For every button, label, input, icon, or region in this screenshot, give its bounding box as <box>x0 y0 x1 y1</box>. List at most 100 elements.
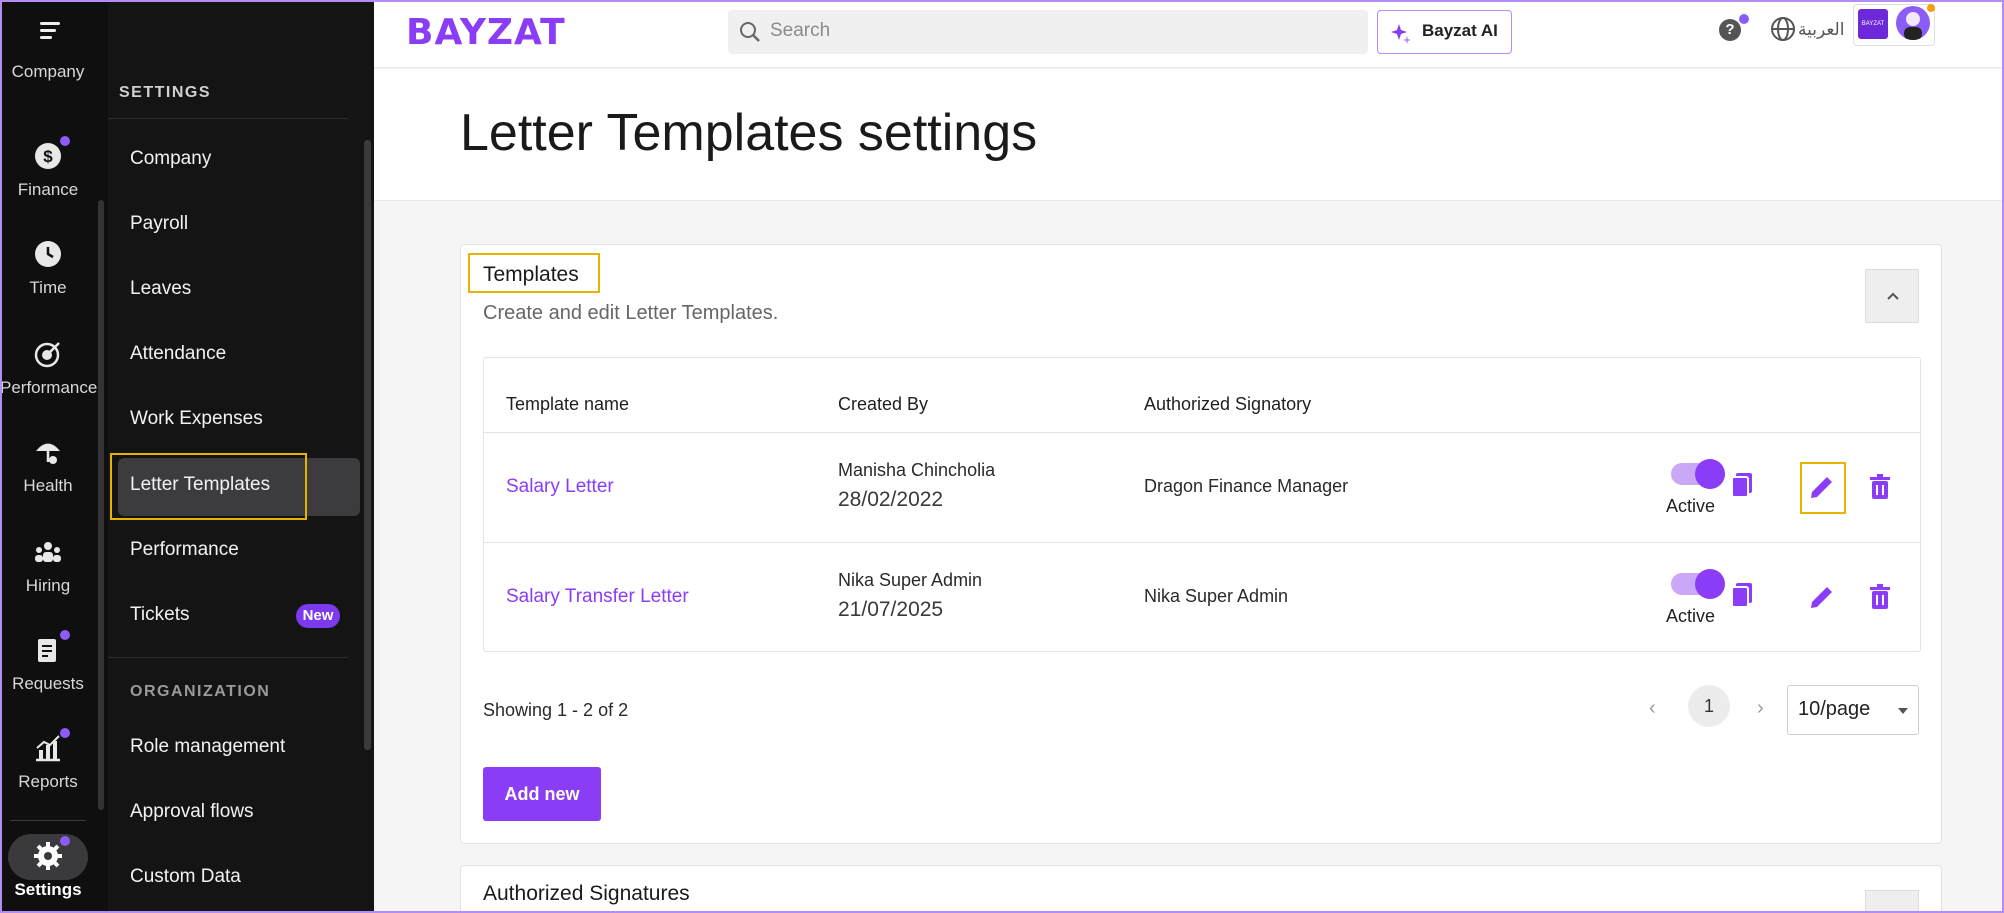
avatar[interactable] <box>1896 6 1930 40</box>
page-number-button[interactable]: 1 <box>1688 685 1730 727</box>
rail-item-label: Reports <box>18 772 78 791</box>
svg-text:$: $ <box>43 147 53 166</box>
top-bar: BAYZAT Search Bayzat AI ? العربية BAYZAT <box>374 0 2004 68</box>
row-divider <box>484 542 1920 543</box>
search-input[interactable]: Search <box>728 10 1368 54</box>
chevron-left-icon[interactable]: ‹ <box>1649 697 1656 720</box>
active-toggle[interactable] <box>1671 569 1725 599</box>
bayzat-ai-label: Bayzat AI <box>1422 21 1498 40</box>
target-icon <box>32 338 64 370</box>
rail-divider <box>10 820 86 821</box>
authorized-signatory: Nika Super Admin <box>1144 586 1289 606</box>
page-header: Letter Templates settings <box>374 69 2004 201</box>
templates-subtitle: Create and edit Letter Templates. <box>483 302 779 324</box>
status-label: Active <box>1666 606 1716 626</box>
template-name-link[interactable]: Salary Transfer Letter <box>506 586 689 608</box>
rail-item-label: Performance <box>0 378 98 397</box>
brand-logo[interactable]: BAYZAT <box>406 12 566 53</box>
search-placeholder: Search <box>770 20 831 41</box>
page-size-value: 10/page <box>1798 698 1871 720</box>
delete-icon[interactable] <box>1865 582 1895 612</box>
authorized-signatures-card: Authorized Signatures <box>460 865 1942 913</box>
rail-item-label: Company <box>11 62 85 81</box>
add-new-button[interactable]: Add new <box>483 767 601 821</box>
rail-item-requests[interactable]: Requests <box>0 630 96 694</box>
icon-rail: Company $ Finance Time Performance Healt… <box>0 0 108 913</box>
rail-scrollbar[interactable] <box>98 200 104 810</box>
language-switch[interactable]: العربية <box>1798 20 1844 40</box>
sidebar-item-role-management[interactable]: Role management <box>130 736 285 758</box>
caret-down-icon <box>1898 708 1908 714</box>
rail-item-hiring[interactable]: Hiring <box>0 536 96 596</box>
sidebar-item-custom-data[interactable]: Custom Data <box>130 866 241 888</box>
chart-icon <box>32 728 70 764</box>
sidebar-item-approval-flows[interactable]: Approval flows <box>130 801 254 823</box>
sidebar-scrollbar[interactable] <box>364 140 371 750</box>
search-icon <box>740 22 760 42</box>
status-label: Active <box>1666 496 1716 516</box>
sidebar-item-company[interactable]: Company <box>130 148 211 170</box>
sidebar-divider <box>108 118 348 119</box>
people-icon <box>32 536 64 568</box>
edit-icon[interactable] <box>1807 582 1837 612</box>
created-by: Nika Super Admin <box>838 570 983 590</box>
templates-title: Templates <box>483 263 579 286</box>
sidebar-item-leaves[interactable]: Leaves <box>130 278 191 300</box>
dollar-icon: $ <box>32 136 70 172</box>
sidebar-item-payroll[interactable]: Payroll <box>130 213 188 235</box>
clipboard-icon <box>32 630 70 666</box>
chevron-right-icon[interactable]: › <box>1757 697 1764 720</box>
created-date: 28/02/2022 <box>838 488 944 511</box>
rail-item-performance[interactable]: Performance <box>0 338 98 398</box>
created-by: Manisha Chincholia <box>838 460 996 480</box>
sidebar-divider <box>108 657 348 658</box>
rail-item-finance[interactable]: $ Finance <box>0 136 96 200</box>
rail-item-label: Requests <box>12 674 84 693</box>
templates-table: Template name Created By Authorized Sign… <box>483 357 1921 652</box>
active-toggle[interactable] <box>1671 459 1725 489</box>
collapse-button[interactable] <box>1865 269 1919 323</box>
settings-sidebar: SETTINGS Company Payroll Leaves Attendan… <box>108 0 374 913</box>
globe-icon[interactable] <box>1770 16 1796 42</box>
rail-item-reports[interactable]: Reports <box>0 728 96 792</box>
sparkle-icon <box>1391 24 1411 44</box>
rail-item-label: Health <box>23 476 73 495</box>
organization-heading: ORGANIZATION <box>130 683 271 700</box>
edit-icon[interactable] <box>1807 472 1837 502</box>
sidebar-item-performance[interactable]: Performance <box>130 539 239 561</box>
template-name-link[interactable]: Salary Letter <box>506 476 614 498</box>
column-header-authorized-signatory: Authorized Signatory <box>1144 394 1312 414</box>
gear-icon <box>32 836 70 872</box>
sidebar-item-tickets[interactable]: Tickets <box>130 604 189 626</box>
rail-item-health[interactable]: Health <box>0 436 96 496</box>
page-title: Letter Templates settings <box>460 104 1038 162</box>
help-icon[interactable]: ? <box>1719 19 1741 41</box>
authorized-signatory: Dragon Finance Manager <box>1144 476 1349 496</box>
delete-icon[interactable] <box>1865 472 1895 502</box>
created-date: 21/07/2025 <box>838 598 944 621</box>
sidebar-heading: SETTINGS <box>119 84 212 101</box>
company-logo: BAYZAT <box>1858 9 1888 39</box>
authorized-signatures-title: Authorized Signatures <box>483 882 690 905</box>
rail-item-label: Hiring <box>25 576 71 595</box>
umbrella-heart-icon <box>32 436 64 468</box>
templates-card: Templates Create and edit Letter Templat… <box>460 244 1942 844</box>
rail-item-settings[interactable]: Settings <box>0 836 96 900</box>
expand-button[interactable] <box>1865 890 1919 913</box>
page-size-select[interactable]: 10/page <box>1787 685 1919 735</box>
sidebar-item-attendance[interactable]: Attendance <box>130 343 226 365</box>
pagination-summary: Showing 1 - 2 of 2 <box>483 700 629 720</box>
rail-item-label: Settings <box>14 880 82 899</box>
bayzat-ai-button[interactable]: Bayzat AI <box>1377 10 1512 54</box>
sidebar-item-letter-templates[interactable]: Letter Templates <box>130 474 270 496</box>
rail-item-time[interactable]: Time <box>0 238 96 298</box>
row-divider <box>484 432 1920 433</box>
rail-item-company[interactable]: Company <box>0 62 96 82</box>
clock-icon <box>32 238 64 270</box>
chevron-up-icon <box>1887 292 1899 300</box>
menu-icon[interactable] <box>36 18 64 46</box>
copy-icon[interactable] <box>1727 470 1757 500</box>
rail-item-label: Finance <box>17 180 79 199</box>
sidebar-item-work-expenses[interactable]: Work Expenses <box>130 408 263 430</box>
copy-icon[interactable] <box>1727 580 1757 610</box>
